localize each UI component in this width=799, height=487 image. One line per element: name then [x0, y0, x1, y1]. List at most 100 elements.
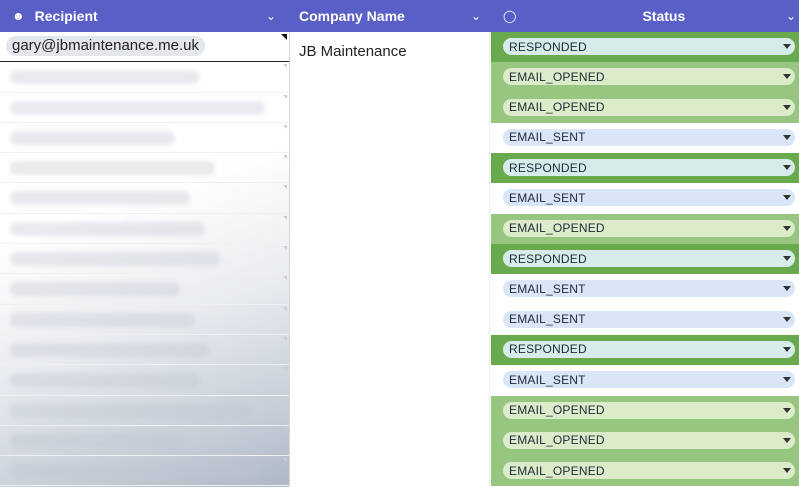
header-company[interactable]: Company Name ⌄	[290, 0, 490, 32]
dropdown-arrow-icon[interactable]	[783, 316, 791, 322]
chevron-down-icon[interactable]: ⌄	[471, 9, 481, 23]
header-status[interactable]: ◯ Status ⌄	[491, 0, 799, 32]
status-cell[interactable]: EMAIL_SENT	[491, 183, 799, 214]
status-select[interactable]: RESPONDED	[503, 340, 795, 358]
recipient-cell[interactable]	[0, 305, 289, 335]
dropdown-arrow-icon[interactable]	[783, 44, 791, 49]
dropdown-arrow-icon[interactable]	[783, 165, 791, 171]
status-select[interactable]: EMAIL_OPENED	[503, 462, 795, 480]
dropdown-arrow-icon[interactable]	[783, 407, 791, 413]
status-value: EMAIL_OPENED	[509, 433, 605, 448]
recipient-cell[interactable]	[0, 93, 289, 123]
status-select[interactable]: EMAIL_SENT	[503, 128, 795, 146]
status-select[interactable]: RESPONDED	[503, 250, 795, 268]
status-cell[interactable]: RESPONDED	[491, 244, 799, 275]
blurred-email	[10, 70, 200, 85]
status-value: EMAIL_SENT	[509, 372, 586, 387]
status-cell[interactable]: EMAIL_SENT	[491, 122, 799, 154]
person-icon: ☻	[12, 9, 25, 23]
dropdown-arrow-icon[interactable]	[783, 225, 791, 231]
status-value: EMAIL_OPENED	[509, 221, 605, 236]
status-value: EMAIL_OPENED	[509, 403, 605, 418]
recipient-cell[interactable]: gary@jbmaintenance.me.uk	[0, 32, 289, 63]
status-select[interactable]: RESPONDED	[503, 38, 795, 55]
recipient-cell[interactable]	[0, 244, 289, 275]
status-select[interactable]: EMAIL_OPENED	[503, 431, 795, 449]
dropdown-arrow-icon[interactable]	[783, 134, 791, 140]
recipient-chip[interactable]: gary@jbmaintenance.me.uk	[6, 36, 205, 56]
dropdown-arrow-icon[interactable]	[783, 104, 791, 110]
status-cell[interactable]: EMAIL_OPENED	[491, 395, 799, 426]
blurred-email	[10, 373, 200, 388]
blurred-email	[10, 282, 180, 297]
blurred-email	[10, 312, 195, 327]
recipient-cell[interactable]	[0, 183, 289, 214]
recipient-cell[interactable]	[0, 426, 289, 457]
status-select[interactable]: EMAIL_OPENED	[503, 219, 795, 237]
status-select[interactable]: EMAIL_SENT	[503, 310, 795, 328]
status-cell[interactable]: RESPONDED	[491, 32, 799, 63]
blurred-email	[10, 464, 260, 479]
recipient-cell[interactable]	[0, 396, 289, 426]
header-recipient-label: Recipient	[34, 8, 98, 24]
chevron-down-icon[interactable]: ⌄	[786, 9, 796, 23]
status-value: EMAIL_SENT	[509, 190, 586, 205]
recipient-cell[interactable]	[0, 335, 289, 366]
status-value: RESPONDED	[509, 342, 587, 357]
dropdown-arrow-icon[interactable]	[783, 437, 791, 443]
status-cell[interactable]: EMAIL_OPENED	[491, 62, 799, 93]
recipient-cell[interactable]	[0, 365, 289, 396]
status-value: EMAIL_SENT	[509, 312, 586, 327]
status-select[interactable]: EMAIL_OPENED	[503, 68, 795, 86]
recipient-cell[interactable]	[0, 456, 289, 487]
status-select[interactable]: EMAIL_SENT	[503, 280, 795, 298]
status-value: EMAIL_OPENED	[509, 100, 605, 115]
status-select[interactable]: EMAIL_OPENED	[503, 98, 795, 116]
company-column: JB Maintenance	[290, 32, 490, 487]
status-value: RESPONDED	[509, 251, 587, 266]
status-cell[interactable]: EMAIL_OPENED	[491, 92, 799, 123]
recipient-cell[interactable]	[0, 62, 289, 93]
blurred-email	[10, 191, 190, 206]
status-cell[interactable]: EMAIL_OPENED	[491, 456, 799, 487]
recipient-cell[interactable]	[0, 274, 289, 305]
dropdown-arrow-icon[interactable]	[783, 74, 791, 80]
header-company-label: Company Name	[299, 8, 405, 24]
status-cell[interactable]: RESPONDED	[491, 334, 799, 366]
table-header: ☻ Recipient ⌄ Company Name ⌄ ◯ Status ⌄	[0, 0, 799, 32]
status-column: RESPONDED EMAIL_OPENED EMAIL_OPENED EMAIL_S…	[491, 32, 799, 487]
status-value: EMAIL_SENT	[509, 281, 586, 296]
status-select[interactable]: EMAIL_OPENED	[503, 401, 795, 419]
company-cell[interactable]: JB Maintenance	[299, 43, 407, 60]
status-cell[interactable]: EMAIL_OPENED	[491, 213, 799, 245]
status-select[interactable]: EMAIL_SENT	[503, 371, 795, 389]
header-recipient[interactable]: ☻ Recipient ⌄	[0, 0, 290, 32]
dropdown-arrow-icon[interactable]	[783, 346, 791, 352]
recipient-cell[interactable]	[0, 123, 289, 154]
status-value: RESPONDED	[509, 39, 587, 54]
status-cell[interactable]: EMAIL_OPENED	[491, 425, 799, 457]
recipient-column: gary@jbmaintenance.me.uk	[0, 32, 290, 487]
status-cell[interactable]: EMAIL_SENT	[491, 365, 799, 396]
blurred-email	[10, 433, 185, 448]
status-select[interactable]: EMAIL_SENT	[503, 189, 795, 207]
status-cell[interactable]: EMAIL_SENT	[491, 274, 799, 305]
blurred-email	[10, 403, 250, 418]
blurred-email	[10, 252, 220, 267]
status-select[interactable]: RESPONDED	[503, 159, 795, 177]
pill-icon: ◯	[503, 9, 517, 23]
recipient-cell[interactable]	[0, 153, 289, 184]
dropdown-arrow-icon[interactable]	[783, 377, 791, 383]
chevron-down-icon[interactable]: ⌄	[266, 9, 276, 23]
status-value: EMAIL_OPENED	[509, 463, 605, 478]
status-cell[interactable]: EMAIL_SENT	[491, 304, 799, 335]
dropdown-arrow-icon[interactable]	[783, 195, 791, 201]
status-value: EMAIL_OPENED	[509, 69, 605, 84]
dropdown-arrow-icon[interactable]	[783, 256, 791, 262]
status-cell[interactable]: RESPONDED	[491, 153, 799, 184]
blurred-email	[10, 342, 210, 357]
status-value: RESPONDED	[509, 160, 587, 175]
dropdown-arrow-icon[interactable]	[783, 286, 791, 292]
dropdown-arrow-icon[interactable]	[783, 468, 791, 474]
recipient-cell[interactable]	[0, 214, 289, 245]
